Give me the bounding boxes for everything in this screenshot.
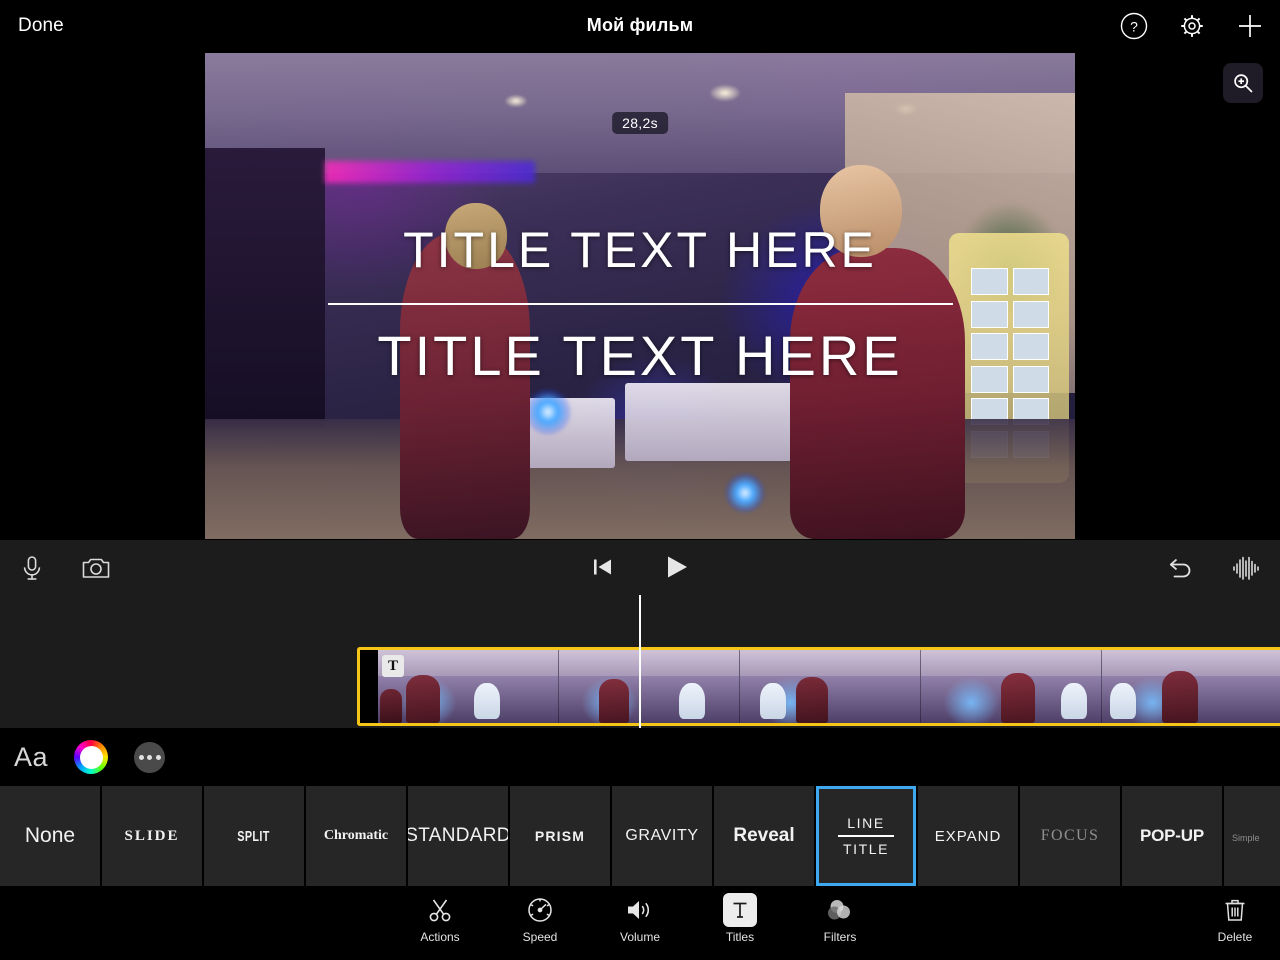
top-icon-group: ? (1118, 10, 1266, 42)
style-label: SLIDE (124, 828, 179, 845)
style-label: None (25, 824, 75, 848)
style-label: POP-UP (1140, 826, 1204, 846)
clip-frame (1102, 650, 1280, 723)
style-label: EXPAND (935, 828, 1002, 845)
style-label-stacked: LINE TITLE (838, 815, 894, 857)
video-preview-area: TITLE TEXT HERE TITLE TEXT HERE 28,2s (0, 51, 1280, 540)
tool-speed[interactable]: Speed (505, 893, 575, 944)
svg-text:?: ? (1130, 18, 1138, 34)
scene-stage-light (525, 389, 571, 435)
gear-icon[interactable] (1176, 10, 1208, 42)
style-option-standard[interactable]: STANDARD (408, 786, 508, 886)
transport-right-group (1162, 550, 1264, 586)
scene-person-right-head (820, 165, 902, 257)
scene-bar-light (325, 161, 535, 183)
clip-frame (559, 650, 740, 723)
style-label: Reveal (733, 825, 794, 847)
clip-frame (921, 650, 1102, 723)
style-option-partial[interactable]: Simple (1224, 786, 1280, 886)
transport-toolbar (0, 540, 1280, 595)
tool-volume[interactable]: Volume (605, 893, 675, 944)
style-label: Simple (1232, 833, 1260, 843)
style-option-line-title[interactable]: LINE TITLE (816, 786, 916, 886)
font-button[interactable]: Aa (14, 742, 48, 773)
style-option-reveal[interactable]: Reveal (714, 786, 814, 886)
scene-person-left (400, 233, 530, 539)
clip-frame (378, 650, 559, 723)
clip-title-badge: T (382, 655, 404, 677)
play-icon[interactable] (659, 549, 695, 585)
style-option-none[interactable]: None (0, 786, 100, 886)
bottom-toolbar: Actions Speed Volume Titles (0, 886, 1280, 960)
overlapping-circles-icon (825, 893, 855, 927)
scene-spotlight (710, 85, 740, 101)
style-label: Chromatic (324, 828, 388, 844)
audio-waveform-icon[interactable] (1228, 550, 1264, 586)
delete-label: Delete (1218, 930, 1253, 944)
imovie-editor: Done Мой фильм ? (0, 0, 1280, 960)
top-navigation-bar: Done Мой фильм ? (0, 0, 1280, 51)
playhead-line (639, 595, 641, 728)
style-label: SPLIT (238, 828, 270, 845)
page-title: Мой фильм (0, 15, 1280, 36)
style-option-focus[interactable]: FOCUS (1020, 786, 1120, 886)
timeline-video-clip[interactable]: T (357, 647, 1280, 726)
style-label: PRISM (535, 828, 585, 844)
bottom-tool-group: Actions Speed Volume Titles (405, 893, 875, 944)
speaker-wave-icon (625, 893, 655, 927)
tool-label: Titles (726, 930, 754, 944)
timeline-area[interactable]: T (0, 595, 1280, 728)
style-label-top: LINE (847, 815, 885, 831)
clip-filmstrip (378, 650, 1280, 723)
speedometer-icon (526, 893, 554, 927)
scene-person-right (790, 248, 965, 539)
title-style-picker[interactable]: None SLIDE SPLIT Chromatic STANDARD PRIS… (0, 786, 1280, 886)
style-option-gravity[interactable]: GRAVITY (612, 786, 712, 886)
trash-icon (1222, 893, 1248, 927)
style-label-bottom: TITLE (843, 841, 889, 857)
scene-person-left-head (445, 203, 507, 269)
transport-center-group (585, 549, 695, 585)
scene-stage-light (725, 473, 765, 513)
camera-icon[interactable] (78, 550, 114, 586)
transport-left-group (14, 550, 114, 586)
microphone-icon[interactable] (14, 550, 50, 586)
tool-label: Actions (420, 930, 459, 944)
question-circle-icon[interactable]: ? (1118, 10, 1150, 42)
style-option-split[interactable]: SPLIT (204, 786, 304, 886)
ellipsis-icon[interactable] (134, 742, 165, 773)
text-tools-bar: Aa (0, 728, 1280, 786)
tool-label: Volume (620, 930, 660, 944)
tool-label: Filters (824, 930, 857, 944)
magnifier-plus-icon[interactable] (1223, 63, 1263, 103)
scene-left-doorway (205, 148, 325, 428)
style-label: STANDARD (408, 825, 508, 847)
style-option-expand[interactable]: EXPAND (918, 786, 1018, 886)
tool-titles[interactable]: Titles (705, 893, 775, 944)
style-divider-rule (838, 835, 894, 837)
tool-label: Speed (523, 930, 558, 944)
style-label: GRAVITY (625, 827, 698, 845)
scene-spotlight (505, 95, 527, 107)
color-wheel-icon[interactable] (74, 740, 108, 774)
undo-icon[interactable] (1162, 550, 1198, 586)
scissors-icon (426, 893, 454, 927)
timecode-badge: 28,2s (612, 112, 668, 134)
skip-to-start-icon[interactable] (585, 549, 621, 585)
style-option-slide[interactable]: SLIDE (102, 786, 202, 886)
text-t-icon (723, 893, 757, 927)
tool-filters[interactable]: Filters (805, 893, 875, 944)
plus-icon[interactable] (1234, 10, 1266, 42)
style-option-prism[interactable]: PRISM (510, 786, 610, 886)
style-label: FOCUS (1041, 827, 1100, 845)
tool-actions[interactable]: Actions (405, 893, 475, 944)
style-option-chromatic[interactable]: Chromatic (306, 786, 406, 886)
delete-button[interactable]: Delete (1204, 893, 1266, 944)
style-option-popup[interactable]: POP-UP (1122, 786, 1222, 886)
clip-frame (740, 650, 921, 723)
